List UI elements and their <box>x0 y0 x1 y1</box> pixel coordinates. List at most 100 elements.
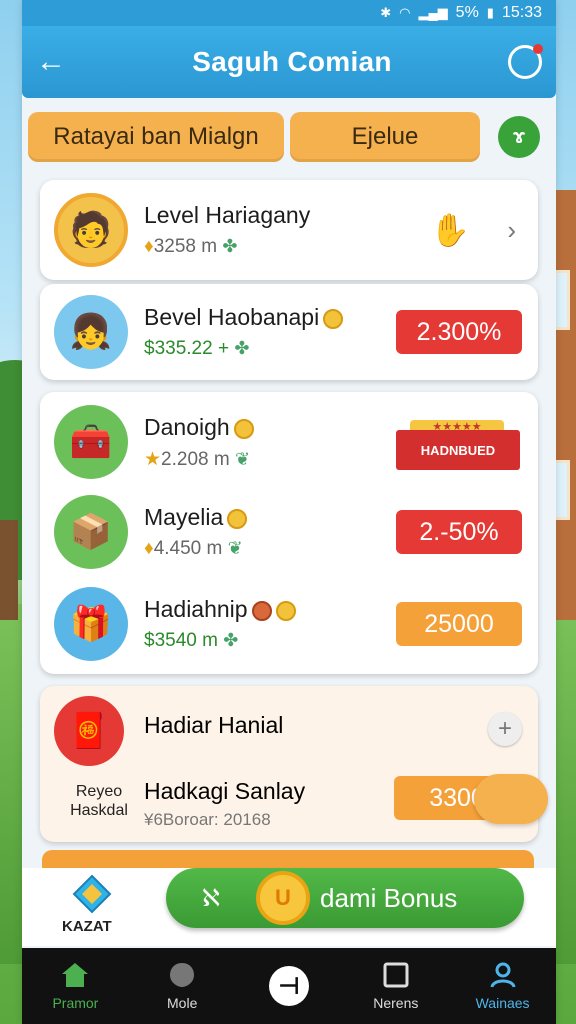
orange-strip <box>42 850 534 870</box>
tree-trunk <box>0 520 18 620</box>
item-sub-value: 3258 m <box>153 236 218 257</box>
main-content: Ratayai ban Mialgn Ejelue ɤ 🧑 Level Hari… <box>22 98 556 948</box>
center-action-icon: ⊣ <box>268 966 309 1006</box>
item-sub: ★2.208 m ❦ <box>144 448 250 471</box>
item-sub: ¥6Boroar: 20168 <box>144 810 271 829</box>
list-item[interactable]: 👧 Bevel Haobanapi $335.22 + ✤ 2.300% <box>40 284 538 380</box>
item-sub: $335.22 + ✤ <box>144 338 249 360</box>
battery-icon: ▮ <box>486 5 494 20</box>
bonus-bar: KAZAT ℵ U dami Bonus <box>22 868 556 946</box>
coin-icon <box>233 418 254 439</box>
star-icon: ★ <box>144 449 162 470</box>
list-item[interactable]: 🎁 Hadiahnip $3540 m ✤ 25000 <box>40 576 538 672</box>
home-icon <box>62 963 89 987</box>
nav-label: Wainaes <box>475 995 530 1011</box>
avatar-box-icon: 🧧 <box>54 696 124 766</box>
coin-icon <box>323 308 344 329</box>
item-name: Danoigh <box>144 414 254 441</box>
item-sub-value: $335.22 + <box>144 338 230 359</box>
leaf-icon: ❦ <box>227 538 243 558</box>
item-name: Hadkagi Sanlay <box>144 778 306 804</box>
diamond-store-icon[interactable] <box>72 874 112 914</box>
nav-label: Mole <box>167 995 198 1011</box>
level-card-2[interactable]: 👧 Bevel Haobanapi $335.22 + ✤ 2.300% <box>40 284 538 380</box>
chevron-right-icon[interactable]: › <box>507 215 516 246</box>
item-name: Hadiahnip <box>144 596 296 623</box>
square-icon <box>383 962 409 988</box>
bonus-card: 🧧 Reyeo Haskdal Hadiar Hanial + Hadkagi … <box>40 686 548 842</box>
shield-icon <box>170 963 195 987</box>
notification-icon[interactable] <box>508 44 543 79</box>
nav-label: Pramor <box>52 995 99 1011</box>
item-name-text: Danoigh <box>144 414 230 440</box>
list-item[interactable]: 🧑 Level Hariagany ♦3258 m ✤ ✋ › <box>40 182 538 278</box>
value-pill[interactable]: 2.300% <box>396 310 522 354</box>
avatar-gift-icon: 🎁 <box>54 587 128 661</box>
hand-wave-icon: ✋ <box>430 212 470 248</box>
coin-small-icon: ♦ <box>144 538 154 559</box>
wifi-icon: ◠ <box>399 5 411 20</box>
clover-icon: ✤ <box>222 236 238 256</box>
user-icon <box>490 962 516 988</box>
item-name-text: Mayelia <box>144 504 224 530</box>
item-name: Level Hariagany <box>144 202 311 228</box>
item-name: Bevel Haobanapi <box>144 304 344 331</box>
app-bar: ← Saguh Comian <box>22 26 556 98</box>
coin-small-icon: ♦ <box>144 236 154 257</box>
page-title: Saguh Comian <box>192 46 392 77</box>
item-name: Mayelia <box>144 504 248 531</box>
floating-action-button[interactable] <box>474 774 548 824</box>
avatar-girl-icon: 👧 <box>54 295 128 369</box>
tab-badge-icon[interactable]: ɤ <box>498 116 540 158</box>
item-sub-value: 4.450 m <box>153 538 223 559</box>
coin-big-icon: U <box>256 871 310 925</box>
clover-icon: ✤ <box>234 338 250 358</box>
status-bar: ✱ ◠ ▂▄▆ 5% ▮ 15:33 <box>22 0 556 26</box>
item-sub: ♦3258 m ✤ <box>144 236 237 258</box>
item-sub-value: $3540 m <box>144 630 218 651</box>
store-label: KAZAT <box>62 918 112 935</box>
level-card[interactable]: 🧑 Level Hariagany ♦3258 m ✤ ✋ › <box>40 180 538 280</box>
list-item[interactable]: 📦 Mayelia ♦4.450 m ❦ 2.-50% <box>40 484 538 580</box>
add-button[interactable]: + <box>488 712 522 746</box>
bluetooth-icon: ✱ <box>380 5 392 20</box>
bottom-navigation: Pramor Mole ⊣ Nerens Wainaes <box>22 948 556 1024</box>
award-ribbon: HADNBUED <box>396 430 520 470</box>
battery-percent: 5% <box>455 4 479 21</box>
items-group-card: 🧰 Danoigh ★2.208 m ❦ ★★★★★ HADNBUED 📦 Ma… <box>40 392 538 674</box>
item-name-text: Bevel Haobanapi <box>144 304 320 330</box>
nav-item-home[interactable]: Pramor <box>22 948 129 1024</box>
signal-icon: ▂▄▆ <box>418 5 448 20</box>
meat-icon <box>251 600 272 621</box>
coin-icon <box>227 508 248 529</box>
nav-label: Nerens <box>373 995 419 1011</box>
leaf-icon: ❦ <box>234 449 251 469</box>
item-sub-value: 2.208 m <box>161 449 230 470</box>
nav-item-mole[interactable]: Mole <box>129 948 236 1024</box>
item-name-text: Hadiahnip <box>144 596 248 622</box>
nav-item-profile[interactable]: Wainaes <box>449 948 556 1024</box>
value-pill[interactable]: 2.-50% <box>396 510 522 554</box>
cta-x-label: ℵ <box>202 884 220 912</box>
coin-icon <box>275 600 296 621</box>
item-sub: ♦4.450 m ❦ <box>144 538 243 560</box>
nav-item-center[interactable]: ⊣ <box>236 948 343 1024</box>
avatar-caption: Reyeo Haskdal <box>70 783 128 819</box>
cta-label: dami Bonus <box>320 882 458 913</box>
value-pill[interactable]: 25000 <box>396 602 522 646</box>
avatar-chest-icon: 📦 <box>54 495 128 569</box>
item-sub: $3540 m ✤ <box>144 630 238 652</box>
back-arrow-icon[interactable]: ← <box>36 45 76 79</box>
list-item[interactable]: 🧰 Danoigh ★2.208 m ❦ ★★★★★ HADNBUED <box>40 394 538 490</box>
clover-icon: ✤ <box>223 630 239 650</box>
bonus-title: Hadiar Hanial <box>144 712 284 738</box>
tab-ejelue[interactable]: Ejelue <box>290 112 480 162</box>
avatar-boy-icon: 🧑 <box>54 193 128 267</box>
tab-ratayai[interactable]: Ratayai ban Mialgn <box>28 112 284 162</box>
app-window: ✱ ◠ ▂▄▆ 5% ▮ 15:33 ← Saguh Comian Rataya… <box>22 0 556 1024</box>
avatar-crate-icon: 🧰 <box>54 405 128 479</box>
claim-bonus-button[interactable]: ℵ U dami Bonus <box>166 868 524 928</box>
clock: 15:33 <box>501 4 542 21</box>
nav-item-nerens[interactable]: Nerens <box>342 948 449 1024</box>
tab-bar: Ratayai ban Mialgn Ejelue ɤ <box>22 98 556 162</box>
